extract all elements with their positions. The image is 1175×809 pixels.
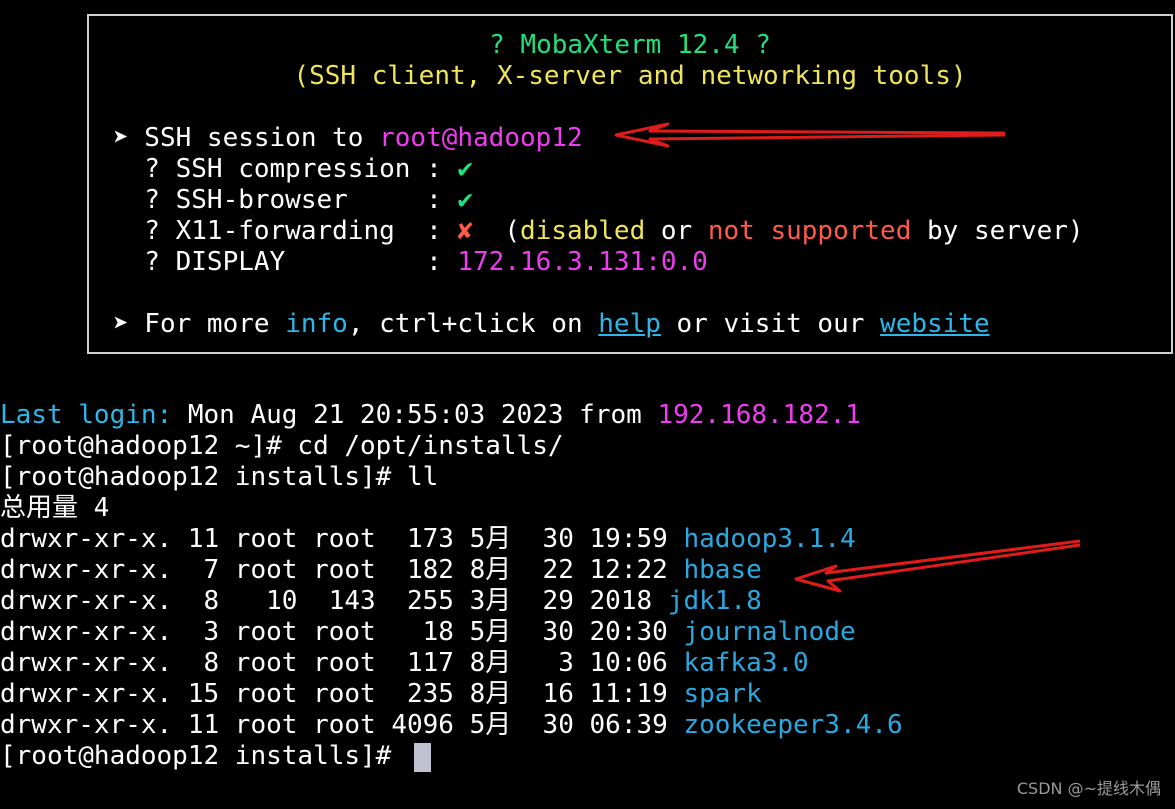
list-item: drwxr-xr-x. 11 root root 173 5月 30 19:59… bbox=[0, 524, 856, 555]
list-item-meta: drwxr-xr-x. 8 root root 117 8月 3 10:06 bbox=[0, 648, 684, 678]
total-size-line: 总用量 4 bbox=[0, 493, 110, 523]
last-login-ip: 192.168.182.1 bbox=[657, 400, 861, 430]
last-login-line: Last login: Mon Aug 21 20:55:03 2023 fro… bbox=[0, 400, 861, 431]
welcome-banner: ? MobaXterm 12.4 ? (SSH client, X-server… bbox=[87, 14, 1173, 354]
last-login-label: Last login: bbox=[0, 400, 173, 430]
more-info-or: or visit our bbox=[660, 309, 881, 339]
banner-title: ? MobaXterm 12.4 ? bbox=[489, 30, 771, 60]
list-item-meta: drwxr-xr-x. 15 root root 235 8月 16 11:19 bbox=[0, 679, 684, 709]
command-line-cd: [root@hadoop12 ~]# cd /opt/installs/ bbox=[0, 431, 564, 461]
ssh-session-line: ➤ SSH session to root@hadoop12 bbox=[113, 123, 583, 154]
more-info-prefix: ➤ For more bbox=[113, 309, 286, 339]
x11-by-server-text: by server) bbox=[911, 216, 1084, 246]
list-item-meta: drwxr-xr-x. 3 root root 18 5月 30 20:30 bbox=[0, 617, 684, 647]
ssh-target-host: root@hadoop12 bbox=[379, 123, 583, 153]
list-item-meta: drwxr-xr-x. 8 10 143 255 3月 29 2018 bbox=[0, 586, 668, 616]
check-icon: ✔ bbox=[457, 185, 474, 215]
banner-subtitle: (SSH client, X-server and networking too… bbox=[293, 61, 967, 91]
list-item-meta: drwxr-xr-x. 11 root root 173 5月 30 19:59 bbox=[0, 524, 684, 554]
info-link[interactable]: info bbox=[285, 309, 348, 339]
ssh-compression-label: ? SSH compression : bbox=[113, 154, 458, 184]
directory-name[interactable]: hadoop3.1.4 bbox=[683, 524, 855, 554]
directory-name[interactable]: kafka3.0 bbox=[683, 648, 808, 678]
command-line-ll: [root@hadoop12 installs]# ll bbox=[0, 462, 439, 492]
x11-not-supported-text: not supported bbox=[707, 216, 912, 246]
display-line: ? DISPLAY : 172.16.3.131:0.0 bbox=[113, 247, 708, 278]
list-item-meta: drwxr-xr-x. 11 root root 4096 5月 30 06:3… bbox=[0, 710, 684, 740]
help-link[interactable]: help bbox=[598, 309, 661, 339]
directory-name[interactable]: zookeeper3.4.6 bbox=[683, 710, 902, 740]
list-item: drwxr-xr-x. 15 root root 235 8月 16 11:19… bbox=[0, 679, 762, 710]
ssh-browser-line: ? SSH-browser : ✔ bbox=[113, 185, 473, 216]
display-value: 172.16.3.131:0.0 bbox=[457, 247, 708, 277]
directory-name[interactable]: journalnode bbox=[683, 617, 855, 647]
terminal-window[interactable]: ? MobaXterm 12.4 ? (SSH client, X-server… bbox=[0, 0, 1175, 809]
ssh-session-label: ➤ SSH session to bbox=[113, 123, 380, 153]
x11-forwarding-line: ? X11-forwarding : ✘ (disabled or not su… bbox=[113, 216, 1084, 247]
list-item: drwxr-xr-x. 8 10 143 255 3月 29 2018 jdk1… bbox=[0, 586, 762, 617]
last-login-value: Mon Aug 21 20:55:03 2023 from bbox=[172, 400, 658, 430]
more-info-mid: , ctrl+click on bbox=[347, 309, 599, 339]
list-item: drwxr-xr-x. 3 root root 18 5月 30 20:30 j… bbox=[0, 617, 856, 648]
x11-note-open: ( bbox=[473, 216, 520, 246]
text-cursor bbox=[414, 743, 431, 772]
x11-disabled-text: disabled bbox=[520, 216, 646, 246]
website-link[interactable]: website bbox=[880, 309, 990, 339]
list-item: drwxr-xr-x. 7 root root 182 8月 22 12:22 … bbox=[0, 555, 762, 586]
list-item: drwxr-xr-x. 11 root root 4096 5月 30 06:3… bbox=[0, 710, 903, 741]
ssh-browser-label: ? SSH-browser : bbox=[113, 185, 458, 215]
display-label: ? DISPLAY : bbox=[113, 247, 458, 277]
x11-or-text: or bbox=[645, 216, 708, 246]
directory-name[interactable]: hbase bbox=[683, 555, 761, 585]
more-info-line: ➤ For more info, ctrl+click on help or v… bbox=[113, 309, 990, 340]
list-item-meta: drwxr-xr-x. 7 root root 182 8月 22 12:22 bbox=[0, 555, 684, 585]
ssh-compression-line: ? SSH compression : ✔ bbox=[113, 154, 473, 185]
watermark: CSDN @~提线木偶 bbox=[1016, 779, 1161, 798]
check-icon: ✔ bbox=[457, 154, 474, 184]
x11-forwarding-label: ? X11-forwarding : bbox=[113, 216, 458, 246]
shell-prompt[interactable]: [root@hadoop12 installs]# bbox=[0, 741, 407, 772]
cross-icon: ✘ bbox=[457, 216, 474, 246]
directory-name[interactable]: jdk1.8 bbox=[668, 586, 762, 616]
list-item: drwxr-xr-x. 8 root root 117 8月 3 10:06 k… bbox=[0, 648, 809, 679]
directory-name[interactable]: spark bbox=[683, 679, 761, 709]
